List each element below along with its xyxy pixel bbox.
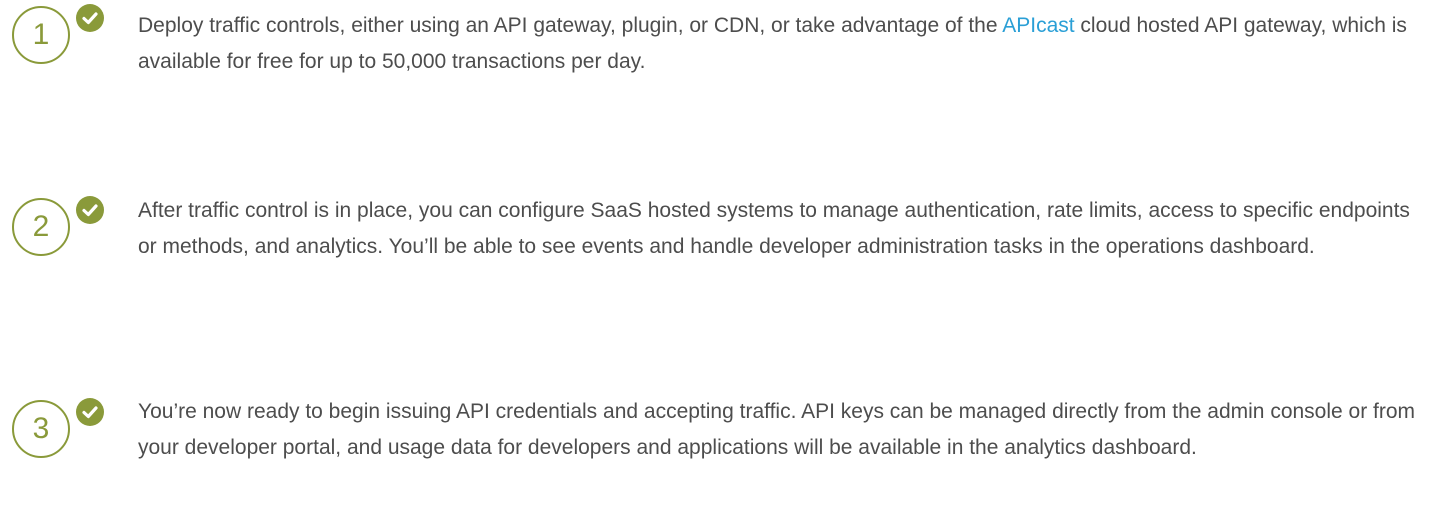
step-description: After traffic control is in place, you c… bbox=[138, 199, 1410, 258]
step-badge: 3 bbox=[12, 398, 106, 476]
steps-list: 1 Deploy traffic controls, either using … bbox=[0, 0, 1440, 520]
check-icon bbox=[76, 196, 104, 224]
step-number: 1 bbox=[32, 18, 50, 51]
step-description: You’re now ready to begin issuing API cr… bbox=[138, 400, 1416, 459]
step-badge: 2 bbox=[12, 196, 106, 274]
step-description: Deploy traffic controls, either using an… bbox=[138, 8, 1418, 80]
step-badge: 1 bbox=[12, 4, 106, 82]
step-number: 2 bbox=[32, 210, 50, 243]
apicast-link[interactable]: APIcast bbox=[1002, 14, 1074, 37]
check-icon bbox=[76, 4, 104, 32]
step-number: 3 bbox=[32, 412, 50, 445]
step-text-before: Deploy traffic controls, either using an… bbox=[138, 14, 1003, 37]
check-icon bbox=[76, 398, 104, 426]
